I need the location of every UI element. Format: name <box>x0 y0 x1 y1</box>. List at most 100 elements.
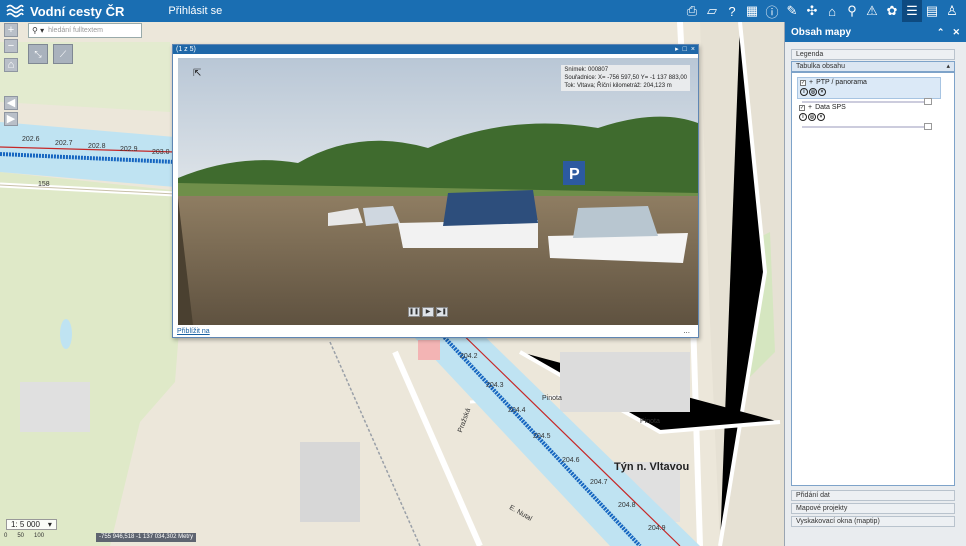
km-mark: 204.2 <box>460 353 478 360</box>
town-label: Týn n. Vltavou <box>614 461 690 473</box>
layer-item[interactable]: ✓ + PTP / panorama i ◎ × <box>797 77 941 99</box>
grid-icon[interactable]: ▦ <box>742 0 762 22</box>
km-mark: 202.9 <box>120 146 138 153</box>
panorama-photo: P <box>178 58 698 325</box>
scale-tick: 100 <box>34 533 45 539</box>
expand-icon[interactable]: + <box>808 104 812 111</box>
km-mark: 202.7 <box>55 140 73 147</box>
info-line: Souřadnice: X= -756 597,50 Y= -1 137 883… <box>564 75 687 81</box>
settings-icon[interactable]: ◎ <box>808 113 816 121</box>
km-mark: 204.8 <box>618 502 636 509</box>
measure-tool-button[interactable]: ⟋ <box>53 44 73 64</box>
search-box[interactable]: ⚲ ▾ hledání fulltextem <box>28 23 142 38</box>
map-projects-section[interactable]: Mapové projekty <box>791 503 955 514</box>
maximize-icon[interactable]: □ <box>683 45 687 54</box>
zoom-out-button[interactable]: − <box>4 39 18 53</box>
km-mark: 204.4 <box>508 407 526 414</box>
back-button[interactable]: ◀ <box>4 96 18 110</box>
layer-item[interactable]: ✓ + Data SPS i ◎ × <box>797 103 941 125</box>
pause-icon[interactable]: ❚❚ <box>408 307 420 317</box>
info-icon[interactable]: ⓘ <box>762 0 782 22</box>
street-label: Pinota <box>640 418 660 425</box>
legend-section[interactable]: Legenda <box>791 49 955 60</box>
print-icon[interactable]: ⎙ <box>682 0 702 22</box>
layer-name: Data SPS <box>815 104 846 111</box>
toolbar: ⎙ ▱ ? ▦ ⓘ ✎ ✣ ⌂ ⚲ ⚠ ✿ ☰ ▤ ♙ <box>682 0 962 22</box>
more-icon[interactable]: ... <box>683 326 690 335</box>
km-mark: 202.8 <box>88 143 106 150</box>
info-icon[interactable]: i <box>800 88 808 96</box>
info-line: Tok: Vltava; Říční kilometráž: 204,123 m <box>564 83 672 89</box>
km-mark: 204.5 <box>533 433 551 440</box>
km-mark: 204.6 <box>562 457 580 464</box>
network-icon[interactable]: ✣ <box>802 0 822 22</box>
panel-header: Obsah mapy ⌃ ✕ <box>785 22 966 42</box>
panorama-header[interactable]: (1 z 5) ▸ □ × <box>173 45 698 54</box>
collapse-icon[interactable]: ⌃ <box>937 27 945 38</box>
toc-body: ✓ + PTP / panorama i ◎ × ✓ + Data SPS i … <box>791 72 955 486</box>
km-mark: 203.0 <box>152 149 170 156</box>
panorama-controls: ❚❚ ▶ ▶❚ <box>408 307 448 317</box>
logo: Vodní cesty ČR <box>6 4 124 19</box>
waves-icon <box>6 4 24 18</box>
measure-icon[interactable]: ✎ <box>782 0 802 22</box>
warning-icon[interactable]: ⚠ <box>862 0 882 22</box>
close-icon[interactable]: ✕ <box>952 27 960 38</box>
scale-tick: 50 <box>17 533 25 539</box>
cycle-icon[interactable]: ✿ <box>882 0 902 22</box>
info-icon[interactable]: i <box>799 113 807 121</box>
layers-icon[interactable]: ☰ <box>902 0 922 22</box>
scale-bar: 0 50 100 <box>4 533 44 539</box>
layer-checkbox[interactable]: ✓ <box>799 104 805 111</box>
chevron-down-icon: ▾ <box>47 520 52 529</box>
panorama-info: Snímek: 000807 Souřadnice: X= -756 597,5… <box>561 65 690 91</box>
home-icon[interactable]: ⌂ <box>822 0 842 22</box>
km-mark: 204.3 <box>486 382 504 389</box>
search-input[interactable]: hledání fulltextem <box>48 27 103 34</box>
panorama-window[interactable]: (1 z 5) ▸ □ × P Snímek: 000807 Souřadnic… <box>172 44 699 338</box>
settings-icon[interactable]: ◎ <box>809 88 817 96</box>
search-icon: ⚲ ▾ <box>32 26 45 35</box>
zoom-to-link[interactable]: Přiblížit na <box>177 328 210 335</box>
toc-label: Tabulka obsahu <box>796 63 846 70</box>
coordinate-readout: -755 946,518 -1 137 034,302 Metry <box>96 533 197 542</box>
road-number: 158 <box>38 181 50 188</box>
next-icon[interactable]: ▶❚ <box>436 307 448 317</box>
login-link[interactable]: Přihlásit se <box>168 5 222 17</box>
play-icon[interactable]: ▶ <box>422 307 434 317</box>
chevron-up-icon: ▴ <box>946 63 950 70</box>
add-data-section[interactable]: Přidání dat <box>791 490 955 501</box>
panorama-image[interactable]: P Snímek: 000807 Souřadnice: X= -756 597… <box>178 58 698 325</box>
remove-icon[interactable]: × <box>817 113 825 121</box>
top-bar: Vodní cesty ČR Přihlásit se ⎙ ▱ ? ▦ ⓘ ✎ … <box>0 0 966 22</box>
list-icon[interactable]: ▤ <box>922 0 942 22</box>
help-icon[interactable]: ? <box>722 0 742 22</box>
user-icon[interactable]: ♙ <box>942 0 962 22</box>
expand-icon[interactable]: + <box>809 79 813 86</box>
zoom-in-button[interactable]: + <box>4 23 18 37</box>
svg-text:P: P <box>569 166 580 183</box>
panorama-counter: (1 z 5) <box>176 46 196 53</box>
home-view-button[interactable]: ⌂ <box>4 58 18 72</box>
toc-section[interactable]: Tabulka obsahu ▴ <box>791 61 955 72</box>
cursor-icon: ⇱ <box>193 68 202 79</box>
map-icon[interactable]: ▱ <box>702 0 722 22</box>
panel-title: Obsah mapy <box>791 26 852 38</box>
close-icon[interactable]: × <box>691 45 695 54</box>
forward-button[interactable]: ▶ <box>4 112 18 126</box>
maptip-section[interactable]: Vyskakovací okna (maptip) <box>791 516 955 527</box>
remove-icon[interactable]: × <box>818 88 826 96</box>
scale-tick: 0 <box>4 533 8 539</box>
km-mark: 204.7 <box>590 479 608 486</box>
opacity-slider[interactable] <box>802 123 932 130</box>
slider-handle[interactable] <box>924 123 932 130</box>
scale-selector[interactable]: 1: 5 000 ▾ <box>6 519 57 530</box>
play-icon[interactable]: ▸ <box>675 45 679 54</box>
km-mark: 202.6 <box>22 136 40 143</box>
layer-checkbox[interactable]: ✓ <box>800 79 806 86</box>
layer-name: PTP / panorama <box>816 79 867 86</box>
street-label: Pinota <box>542 395 562 402</box>
search-icon[interactable]: ⚲ <box>842 0 862 22</box>
select-tool-button[interactable]: ⤡ <box>28 44 48 64</box>
km-mark: 204.9 <box>648 525 666 532</box>
